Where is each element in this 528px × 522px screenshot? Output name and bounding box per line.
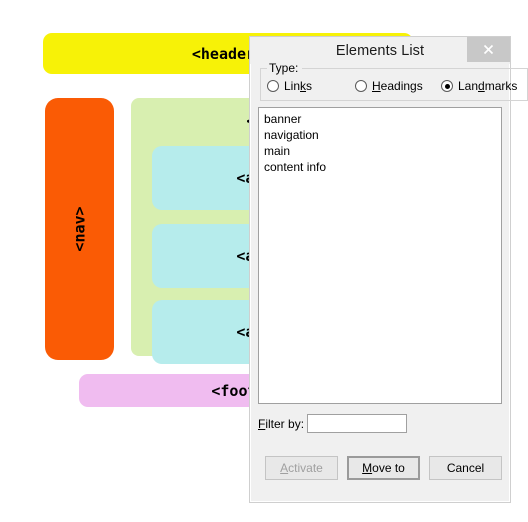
list-item[interactable]: navigation xyxy=(259,127,501,143)
radio-option-headings[interactable]: Headings xyxy=(355,79,441,93)
radio-indicator-links xyxy=(267,80,279,92)
radio-option-links[interactable]: Links xyxy=(267,79,355,93)
filter-label: Filter by: xyxy=(258,416,305,431)
radio-indicator-landmarks xyxy=(441,80,453,92)
filter-input[interactable] xyxy=(307,414,408,433)
dialog-body: Type: Links Headings Landmarks banner na… xyxy=(250,61,528,480)
nav-region-label: <nav> xyxy=(70,206,89,252)
list-item-text: banner xyxy=(264,112,302,126)
radio-label-headings: Headings xyxy=(372,79,423,93)
dialog-title: Elements List xyxy=(335,42,425,59)
radio-label-links: Links xyxy=(284,79,313,93)
activate-button[interactable]: Activate xyxy=(265,456,338,480)
close-icon[interactable] xyxy=(467,37,510,62)
radio-label-landmarks: Landmarks xyxy=(458,79,518,93)
list-item[interactable]: banner xyxy=(259,111,501,127)
dialog-button-row: Activate Move to Cancel xyxy=(258,456,502,480)
cancel-button[interactable]: Cancel xyxy=(429,456,502,480)
radio-option-landmarks[interactable]: Landmarks xyxy=(441,79,521,93)
list-item[interactable]: content info xyxy=(259,159,501,175)
dialog-titlebar[interactable]: Elements List xyxy=(250,37,510,64)
elements-list-dialog: Elements List Type: Links Headings Landm… xyxy=(249,36,528,503)
move-to-button[interactable]: Move to xyxy=(346,456,421,480)
filter-row: Filter by: xyxy=(258,414,502,433)
type-groupbox-legend: Type: xyxy=(267,61,303,75)
type-radio-group: Links Headings Landmarks xyxy=(267,79,521,93)
nav-region: <nav> xyxy=(45,98,114,360)
radio-indicator-headings xyxy=(355,80,367,92)
type-groupbox: Type: Links Headings Landmarks xyxy=(260,61,528,101)
list-item[interactable]: main xyxy=(259,143,501,159)
elements-listbox[interactable]: banner navigation main content info xyxy=(258,107,502,404)
